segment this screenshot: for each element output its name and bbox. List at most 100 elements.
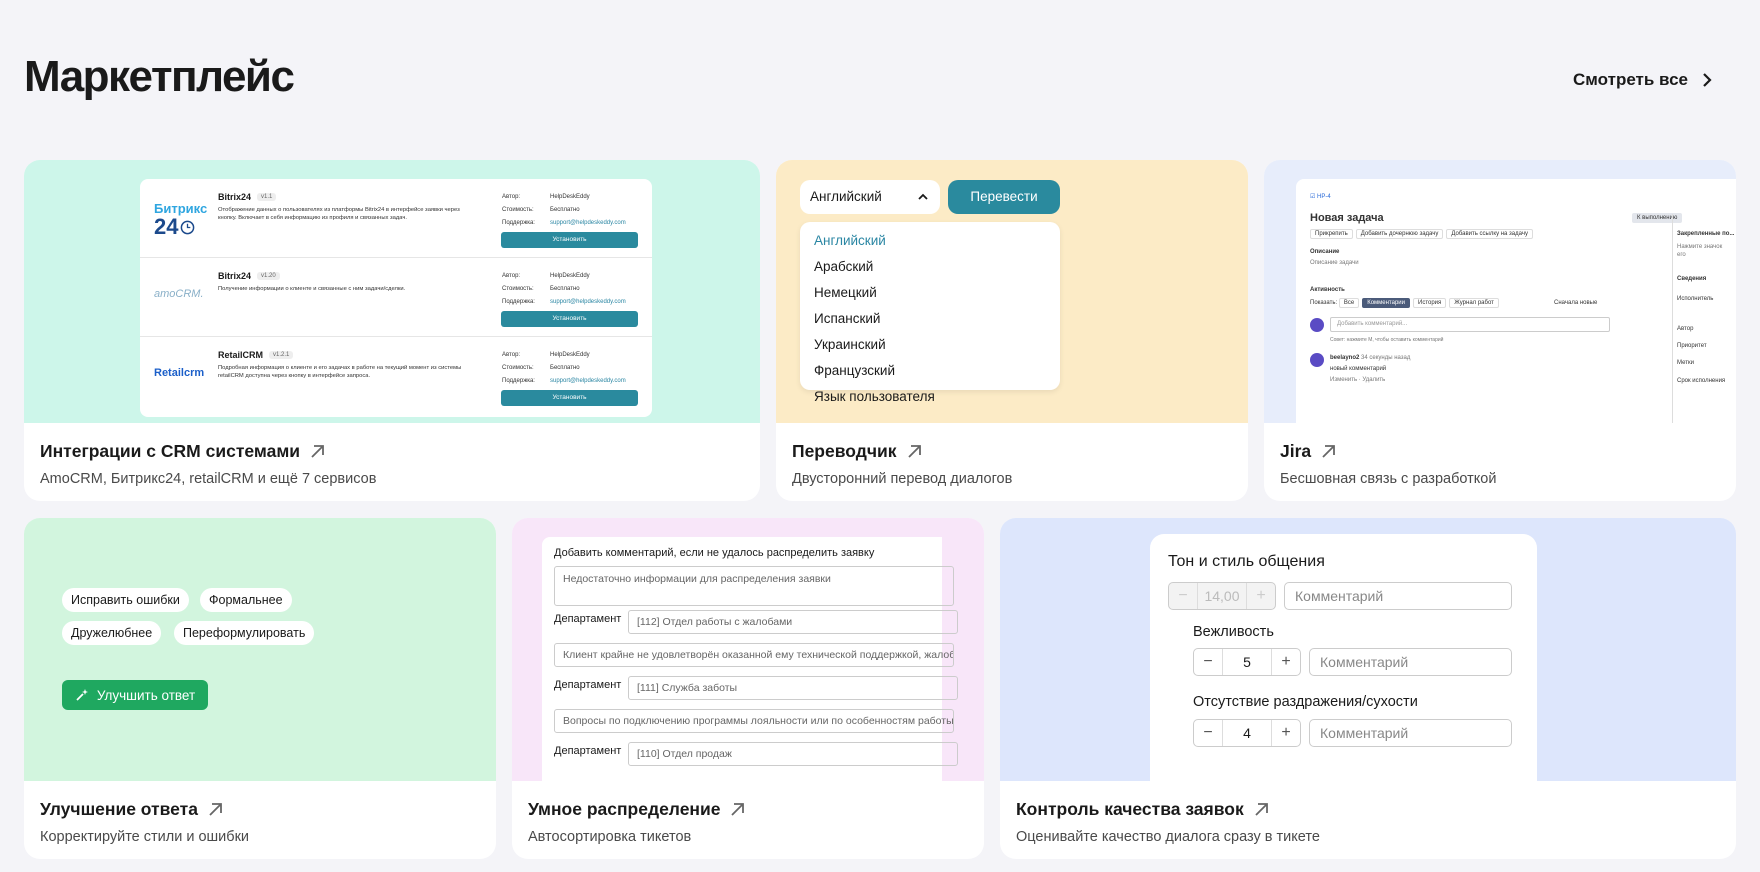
score-stepper[interactable]: −4 + bbox=[1193, 719, 1301, 747]
arrow-up-right-icon bbox=[731, 803, 745, 816]
crm-meta: Автор: HelpDeskEddy Стоимость: Бесплатно П… bbox=[502, 352, 626, 384]
distribution-panel: Добавить комментарий, если не удалось ра… bbox=[542, 537, 958, 781]
quality-preview: Тон и стиль общения −14,00 + Комментарий … bbox=[1000, 518, 1736, 781]
language-option[interactable]: Арабский bbox=[800, 254, 1060, 280]
score-stepper[interactable]: −5 + bbox=[1193, 648, 1301, 676]
plus-icon: + bbox=[1281, 724, 1291, 741]
card-title: Переводчик bbox=[792, 441, 1232, 462]
language-option[interactable]: Немецкий bbox=[800, 280, 1060, 306]
language-option[interactable]: Украинский bbox=[800, 332, 1060, 358]
crm-panel: Битрикс 24 Bitrix24 v1.1 Отображение данн… bbox=[140, 179, 652, 417]
card-subtitle: Автосортировка тикетов bbox=[528, 829, 692, 845]
translate-button[interactable]: Перевести bbox=[948, 180, 1060, 214]
crm-name: Bitrix24 v1.1 bbox=[218, 192, 277, 202]
jira-key: ☑ HP-4 bbox=[1310, 194, 1331, 200]
chip-friendly[interactable]: Дружелюбнее bbox=[62, 621, 162, 645]
card-info: Интеграции с CRM системами AmoCRM, Битри… bbox=[40, 441, 744, 487]
crm-meta: Автор: HelpDeskEddy Стоимость: Бесплатно П… bbox=[502, 273, 626, 305]
jira-panel: ☑ HP-4 Новая задача Прикрепить Добавить д… bbox=[1296, 179, 1736, 423]
minus-icon: − bbox=[1178, 587, 1188, 604]
comment-field[interactable]: Комментарий bbox=[1284, 582, 1512, 610]
card-title: Интеграции с CRM системами bbox=[40, 441, 744, 462]
card-smart-distribution[interactable]: Добавить комментарий, если не удалось ра… bbox=[512, 518, 984, 859]
card-subtitle: AmoCRM, Битрикс24, retailCRM и ещё 7 сер… bbox=[40, 471, 377, 487]
dist-comment-field[interactable]: Недостаточно информации для распределени… bbox=[554, 566, 954, 606]
jira-tip: Совет: нажмите M, чтобы оставить коммент… bbox=[1330, 337, 1444, 343]
jira-sort[interactable]: Сначала новые bbox=[1554, 300, 1597, 306]
language-option[interactable]: Язык пользователя bbox=[800, 384, 1060, 410]
card-info: Умное распределение Автосортировка тикет… bbox=[528, 799, 968, 845]
retailcrm-logo: Retailcrm bbox=[154, 367, 205, 379]
criterion-label: Вежливость bbox=[1193, 624, 1274, 640]
score-stepper: −14,00 + bbox=[1168, 582, 1276, 610]
arrow-up-right-icon bbox=[1255, 803, 1268, 816]
crm-row: Битрикс 24 Bitrix24 v1.1 Отображение данн… bbox=[140, 179, 652, 258]
language-option[interactable]: Испанский bbox=[800, 306, 1060, 332]
language-select[interactable]: Английский bbox=[800, 180, 940, 214]
arrow-up-right-icon bbox=[311, 445, 324, 458]
card-title: Контроль качества заявок bbox=[1016, 799, 1720, 820]
crm-name: RetailCRM v1.2.1 bbox=[218, 350, 294, 360]
comment-field[interactable]: Комментарий bbox=[1309, 719, 1512, 747]
chevron-up-icon bbox=[918, 193, 928, 200]
bitrix24-logo: Битрикс 24 bbox=[154, 201, 208, 239]
card-subtitle: Двусторонний перевод диалогов bbox=[792, 471, 1013, 487]
card-improve-answer[interactable]: Исправить ошибки Формальнее Дружелюбнее … bbox=[24, 518, 496, 859]
card-subtitle: Оценивайте качество диалога сразу в тике… bbox=[1016, 829, 1320, 845]
crm-row: amoCRM. Bitrix24 v1.20 Получение информац… bbox=[140, 258, 652, 337]
crm-meta: Автор: HelpDeskEddy Стоимость: Бесплатно П… bbox=[502, 194, 626, 226]
quality-panel: Тон и стиль общения −14,00 + Комментарий … bbox=[1150, 534, 1537, 781]
see-all-link[interactable]: Смотреть все bbox=[1573, 70, 1712, 90]
chevron-right-icon bbox=[1703, 73, 1712, 87]
sparkle-wand-icon bbox=[76, 689, 88, 701]
jira-sidebar: Закрепленные по... Нажмите значок его Св… bbox=[1672, 214, 1736, 423]
avatar bbox=[1310, 318, 1324, 332]
minus-icon: − bbox=[1203, 724, 1213, 741]
card-quality-control[interactable]: Тон и стиль общения −14,00 + Комментарий … bbox=[1000, 518, 1736, 859]
dist-heading: Добавить комментарий, если не удалось ра… bbox=[554, 547, 875, 559]
card-subtitle: Корректируйте стили и ошибки bbox=[40, 829, 250, 845]
jira-comment-actions[interactable]: Изменить · Удалить bbox=[1330, 377, 1385, 383]
improve-preview: Исправить ошибки Формальнее Дружелюбнее … bbox=[24, 518, 496, 781]
dept-description[interactable]: Вопросы по подключению программы лояльно… bbox=[554, 709, 954, 733]
card-info: Контроль качества заявок Оценивайте каче… bbox=[1016, 799, 1720, 845]
dept-select[interactable]: [111] Служба заботы bbox=[628, 676, 958, 700]
card-info: Переводчик Двусторонний перевод диалогов bbox=[792, 441, 1232, 487]
avatar bbox=[1310, 353, 1324, 367]
translator-preview: Английский Перевести Английский Арабский… bbox=[776, 160, 1248, 423]
improve-answer-button[interactable]: Улучшить ответ bbox=[62, 680, 208, 710]
dept-description[interactable]: Клиент крайне не удовлетворён оказанной … bbox=[554, 643, 954, 667]
arrow-up-right-icon bbox=[209, 803, 222, 816]
arrow-up-right-icon bbox=[907, 445, 921, 458]
dept-select[interactable]: [112] Отдел работы с жалобами bbox=[628, 610, 958, 634]
install-button[interactable]: Установить bbox=[501, 232, 638, 248]
card-info: Jira Бесшовная связь с разработкой bbox=[1280, 441, 1720, 487]
card-crm-integrations[interactable]: Битрикс 24 Bitrix24 v1.1 Отображение данн… bbox=[24, 160, 760, 501]
jira-desc-label: Описание bbox=[1310, 249, 1340, 255]
dept-select[interactable]: [110] Отдел продаж bbox=[628, 742, 958, 766]
comment-field[interactable]: Комментарий bbox=[1309, 648, 1512, 676]
install-button[interactable]: Установить bbox=[501, 390, 638, 406]
jira-comment-text: новый комментарий bbox=[1330, 366, 1387, 372]
distribution-preview: Добавить комментарий, если не удалось ра… bbox=[512, 518, 984, 781]
crm-preview: Битрикс 24 Bitrix24 v1.1 Отображение данн… bbox=[24, 160, 760, 423]
criterion-label: Отсутствие раздражения/сухости bbox=[1193, 694, 1418, 710]
jira-task-title: Новая задача bbox=[1310, 212, 1384, 224]
plus-icon: + bbox=[1256, 587, 1266, 604]
chip-formal[interactable]: Формальнее bbox=[200, 588, 292, 612]
chip-rephrase[interactable]: Переформулировать bbox=[174, 621, 315, 645]
chip-fix-errors[interactable]: Исправить ошибки bbox=[62, 588, 189, 612]
dept-label: Департамент bbox=[554, 679, 622, 691]
crm-desc: Подробная информация о клиенте и его зад… bbox=[218, 365, 462, 380]
crm-name: Bitrix24 v1.20 bbox=[218, 271, 280, 281]
install-button[interactable]: Установить bbox=[501, 311, 638, 327]
language-dropdown: Английский Арабский Немецкий Испанский У… bbox=[800, 222, 1060, 404]
language-option[interactable]: Французский bbox=[800, 358, 1060, 384]
crm-desc: Отображение данных о пользователях из пл… bbox=[218, 207, 460, 222]
plus-icon: + bbox=[1281, 653, 1291, 670]
language-option[interactable]: Английский bbox=[800, 228, 1060, 254]
jira-comment-input[interactable]: Добавить комментарий... bbox=[1330, 317, 1610, 332]
card-translator[interactable]: Английский Перевести Английский Арабский… bbox=[776, 160, 1248, 501]
crm-desc: Получение информации о клиенте и связанн… bbox=[218, 286, 406, 292]
card-jira[interactable]: ☑ HP-4 Новая задача Прикрепить Добавить д… bbox=[1264, 160, 1736, 501]
